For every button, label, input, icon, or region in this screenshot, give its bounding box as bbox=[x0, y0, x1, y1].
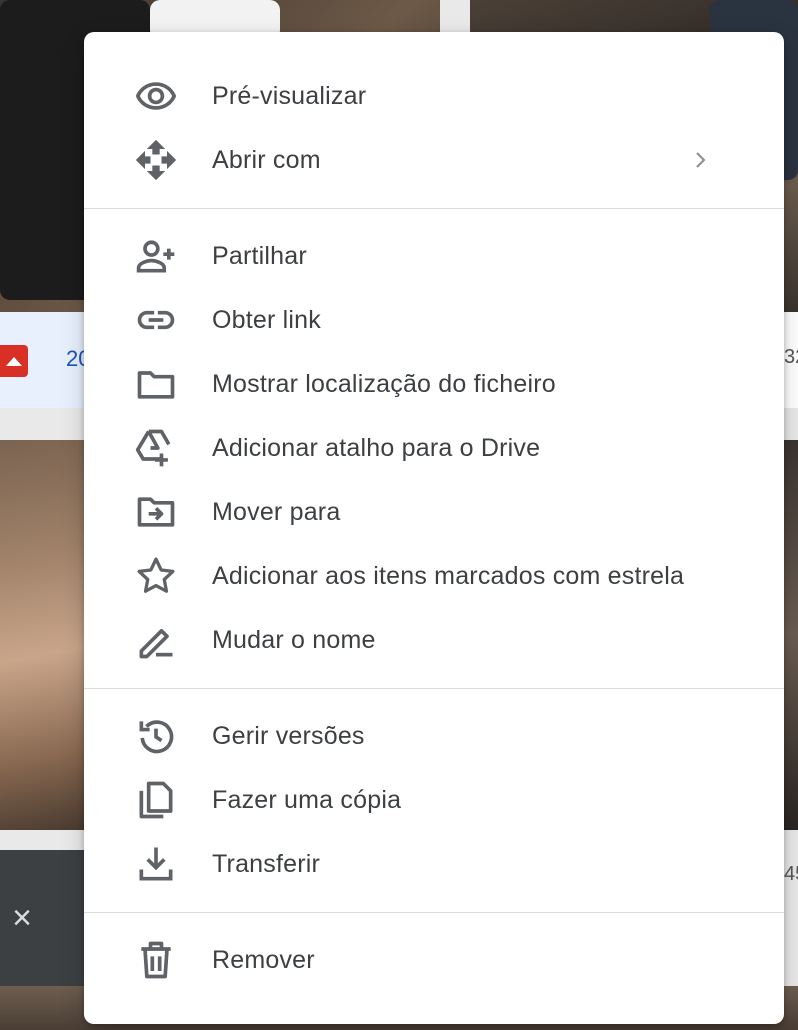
file-thumbnail[interactable] bbox=[784, 440, 798, 830]
file-name: 32 bbox=[784, 346, 798, 368]
eye-icon bbox=[132, 72, 180, 120]
menu-item-label: Adicionar aos itens marcados com estrela bbox=[212, 561, 685, 590]
menu-item-label: Remover bbox=[212, 945, 315, 974]
history-icon bbox=[132, 712, 180, 760]
menu-item-share[interactable]: Partilhar bbox=[84, 224, 784, 288]
chevron-right-icon bbox=[688, 148, 712, 172]
file-name: 45 bbox=[784, 863, 798, 885]
context-menu: Pré-visualizar Abrir com Partilhar Obter… bbox=[84, 32, 784, 1024]
menu-item-label: Abrir com bbox=[212, 145, 321, 174]
menu-item-remove[interactable]: Remover bbox=[84, 928, 784, 992]
menu-item-label: Fazer uma cópia bbox=[212, 785, 402, 814]
close-icon[interactable]: × bbox=[8, 901, 36, 935]
menu-item-rename[interactable]: Mudar o nome bbox=[84, 608, 784, 672]
menu-divider bbox=[84, 912, 784, 913]
menu-item-make-copy[interactable]: Fazer uma cópia bbox=[84, 768, 784, 832]
menu-item-preview[interactable]: Pré-visualizar bbox=[84, 64, 784, 128]
pencil-icon bbox=[132, 616, 180, 664]
menu-item-label: Mover para bbox=[212, 497, 341, 526]
menu-item-label: Pré-visualizar bbox=[212, 81, 367, 110]
move-to-folder-icon bbox=[132, 488, 180, 536]
person-add-icon bbox=[132, 232, 180, 280]
open-with-icon bbox=[132, 136, 180, 184]
menu-item-label: Transferir bbox=[212, 849, 321, 878]
menu-item-download[interactable]: Transferir bbox=[84, 832, 784, 896]
menu-item-label: Partilhar bbox=[212, 241, 307, 270]
menu-item-show-location[interactable]: Mostrar localização do ficheiro bbox=[84, 352, 784, 416]
trash-icon bbox=[132, 936, 180, 984]
menu-item-label: Adicionar atalho para o Drive bbox=[212, 433, 541, 462]
menu-item-label: Mostrar localização do ficheiro bbox=[212, 369, 556, 398]
link-icon bbox=[132, 296, 180, 344]
star-icon bbox=[132, 552, 180, 600]
menu-item-move-to[interactable]: Mover para bbox=[84, 480, 784, 544]
menu-item-add-star[interactable]: Adicionar aos itens marcados com estrela bbox=[84, 544, 784, 608]
menu-item-open-with[interactable]: Abrir com bbox=[84, 128, 784, 192]
menu-item-label: Obter link bbox=[212, 305, 321, 334]
menu-item-manage-versions[interactable]: Gerir versões bbox=[84, 704, 784, 768]
folder-icon bbox=[132, 360, 180, 408]
menu-item-label: Mudar o nome bbox=[212, 625, 376, 654]
menu-item-label: Gerir versões bbox=[212, 721, 365, 750]
download-icon bbox=[132, 840, 180, 888]
menu-divider bbox=[84, 208, 784, 209]
file-thumbnail[interactable] bbox=[0, 440, 84, 830]
menu-item-add-shortcut[interactable]: Adicionar atalho para o Drive bbox=[84, 416, 784, 480]
drive-shortcut-icon bbox=[132, 424, 180, 472]
menu-divider bbox=[84, 688, 784, 689]
image-file-icon bbox=[0, 345, 28, 377]
menu-item-get-link[interactable]: Obter link bbox=[84, 288, 784, 352]
copy-icon bbox=[132, 776, 180, 824]
